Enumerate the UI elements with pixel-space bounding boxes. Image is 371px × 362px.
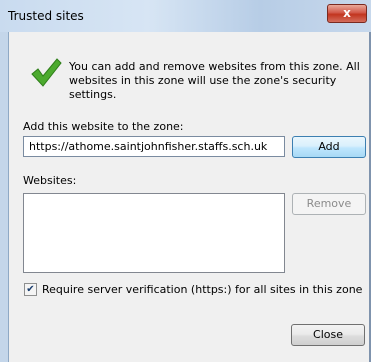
close-button[interactable]: Close [291, 324, 365, 346]
dialog-body: You can add and remove websites from thi… [8, 32, 370, 362]
https-verification-checkbox[interactable]: ✔ [24, 283, 37, 296]
close-icon: x [343, 6, 351, 20]
title-bar[interactable]: Trusted sites x [0, 0, 371, 32]
window-close-button[interactable]: x [327, 4, 367, 23]
websites-list[interactable] [23, 193, 285, 273]
website-url-input[interactable] [23, 136, 285, 157]
https-verification-label[interactable]: Require server verification (https:) for… [42, 283, 362, 296]
checkbox-check-icon: ✔ [26, 284, 35, 295]
add-button[interactable]: Add [292, 136, 366, 158]
remove-button[interactable]: Remove [292, 193, 366, 215]
websites-label: Websites: [23, 174, 77, 187]
trusted-sites-dialog: Trusted sites x You can add and remove w… [0, 0, 371, 362]
info-text: You can add and remove websites from thi… [69, 60, 360, 101]
window-title: Trusted sites [8, 9, 84, 23]
add-site-label: Add this website to the zone: [23, 120, 184, 133]
checkmark-icon [31, 58, 62, 87]
